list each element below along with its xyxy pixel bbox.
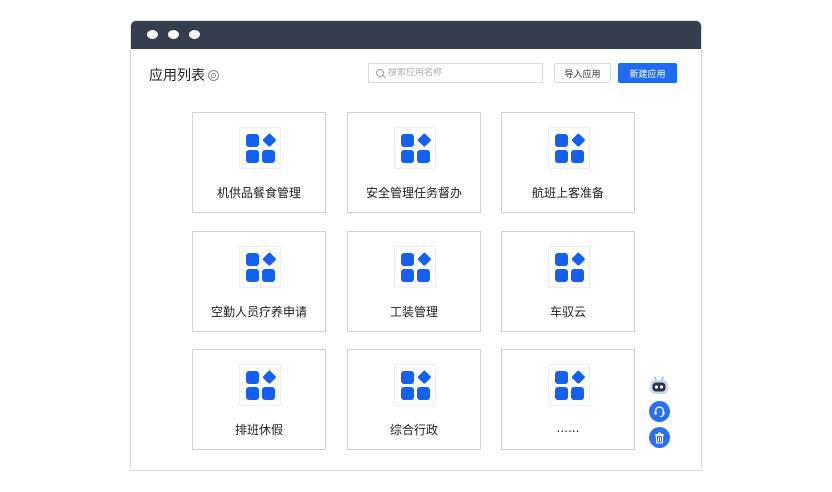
app-card[interactable]: 航班上客准备 [501, 112, 635, 213]
import-app-button[interactable]: 导入应用 [554, 63, 611, 83]
page-title: 应用列表 [149, 65, 219, 85]
app-card-label: 工装管理 [389, 305, 438, 319]
search-icon [376, 69, 384, 77]
app-card-label: ...... [556, 421, 580, 435]
target-icon[interactable] [208, 69, 219, 81]
app-card-label: 排班休假 [234, 423, 283, 437]
trash-icon [655, 432, 664, 444]
app-card[interactable]: 工装管理 [347, 231, 481, 332]
window-dot-icon[interactable] [168, 30, 179, 39]
window-titlebar [131, 21, 701, 49]
app-card-label: 安全管理任务督办 [365, 186, 462, 200]
trash-button[interactable] [649, 427, 670, 448]
app-card[interactable]: 安全管理任务督办 [347, 112, 481, 213]
search-box[interactable] [368, 63, 543, 83]
page-title-text: 应用列表 [149, 68, 205, 84]
app-grid-icon [548, 246, 590, 288]
app-card-label: 机供品餐食管理 [216, 186, 301, 200]
robot-assistant-icon[interactable] [648, 374, 670, 396]
app-grid-icon [239, 364, 281, 406]
app-card-label: 空勤人员疗养申请 [210, 305, 307, 319]
headset-icon [654, 406, 665, 418]
app-card[interactable]: 排班休假 [192, 349, 326, 450]
app-grid-icon [548, 364, 590, 406]
app-grid-icon [394, 364, 436, 406]
app-grid-icon [548, 127, 590, 169]
app-grid-icon [239, 246, 281, 288]
search-input[interactable] [388, 68, 528, 78]
app-card[interactable]: ...... [501, 349, 635, 450]
app-card-label: 车驭云 [549, 305, 586, 319]
app-card[interactable]: 机供品餐食管理 [192, 112, 326, 213]
window-dot-icon[interactable] [189, 30, 200, 39]
window-dot-icon[interactable] [147, 30, 158, 39]
new-app-button[interactable]: 新建应用 [618, 63, 677, 83]
app-card[interactable]: 空勤人员疗养申请 [192, 231, 326, 332]
customer-service-button[interactable] [649, 401, 670, 422]
app-card-label: 综合行政 [389, 423, 438, 437]
app-card[interactable]: 车驭云 [501, 231, 635, 332]
app-card[interactable]: 综合行政 [347, 349, 481, 450]
app-card-label: 航班上客准备 [531, 186, 604, 200]
app-grid-icon [239, 127, 281, 169]
app-grid-icon [394, 127, 436, 169]
app-grid-icon [394, 246, 436, 288]
